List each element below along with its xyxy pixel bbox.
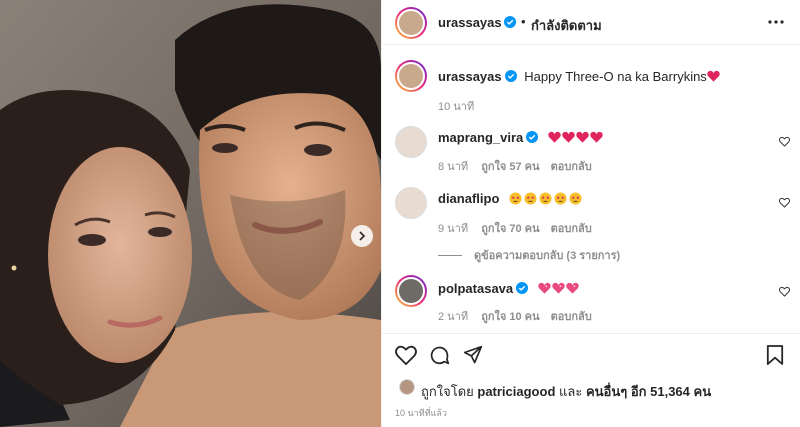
chevron-right-icon: [359, 231, 366, 241]
replies-divider: [438, 254, 462, 256]
like-comment-heart-icon[interactable]: [779, 136, 790, 147]
liked-by-line[interactable]: ถูกใจโดย patriciagood และ คนอื่นๆ อีก 51…: [421, 381, 711, 402]
post-image: [0, 0, 381, 427]
author-avatar[interactable]: [395, 7, 427, 39]
view-replies-label: ดูข้อความตอบกลับ (3 รายการ): [474, 250, 621, 262]
more-options-icon[interactable]: [768, 20, 784, 24]
post-sidebar: urassayas • กำลังติดตาม urassayas Happy …: [381, 0, 800, 427]
heart-icon[interactable]: [395, 345, 417, 365]
comment-emoji-hearts: [548, 130, 604, 145]
like-comment-heart-icon[interactable]: [779, 197, 790, 208]
comment-username[interactable]: maprang_vira: [438, 130, 523, 145]
liked-by-user[interactable]: patriciagood: [477, 384, 555, 399]
reply-button[interactable]: ตอบกลับ: [551, 161, 592, 173]
star-struck-emoji-icon: [554, 192, 567, 205]
comment-meta: 8 นาที ถูกใจ 57 คน ตอบกลับ: [438, 157, 592, 175]
red-heart-emoji-icon: [590, 131, 603, 143]
liked-by-others[interactable]: คนอื่นๆ อีก 51,364 คน: [586, 384, 711, 399]
next-photo-button[interactable]: [351, 225, 373, 247]
reply-button[interactable]: ตอบกลับ: [551, 223, 592, 235]
caption-text: Happy Three-O na ka Barrykins: [524, 69, 707, 84]
liked-by-prefix: ถูกใจโดย: [421, 384, 474, 399]
post-header: urassayas • กำลังติดตาม: [382, 0, 800, 45]
comment-username[interactable]: polpatasava: [438, 281, 513, 296]
following-button[interactable]: กำลังติดตาม: [531, 15, 602, 36]
view-replies-button[interactable]: ดูข้อความตอบกลับ (3 รายการ): [438, 246, 620, 264]
comment: maprang_vira: [438, 130, 604, 145]
star-struck-emoji-icon: [539, 192, 552, 205]
reply-button[interactable]: ตอบกลับ: [551, 311, 592, 323]
comment-time: 9 นาที: [438, 223, 469, 235]
comment-time: 2 นาที: [438, 311, 469, 323]
verified-badge-icon: [504, 16, 516, 28]
comment-avatar[interactable]: [395, 187, 427, 219]
liked-by-and: และ: [559, 384, 583, 399]
comment-meta: 9 นาที ถูกใจ 70 คน ตอบกลับ: [438, 219, 592, 237]
verified-badge-icon: [516, 282, 529, 294]
liked-by-avatar: [399, 379, 415, 395]
comment-likes[interactable]: ถูกใจ 10 คน: [481, 311, 539, 323]
star-struck-emoji-icon: [509, 192, 522, 205]
star-struck-emoji-icon: [524, 192, 537, 205]
sparkling-heart-emoji-icon: [566, 282, 579, 294]
caption-time: 10 นาที: [438, 101, 475, 113]
post-photo[interactable]: [0, 0, 381, 427]
post-timestamp: 10 นาทีที่แล้ว: [395, 408, 447, 418]
comment-icon[interactable]: [429, 345, 450, 366]
comment-likes[interactable]: ถูกใจ 70 คน: [481, 223, 539, 235]
sparkling-heart-emoji-icon: [538, 282, 551, 294]
comment-username[interactable]: dianaflipo: [438, 191, 499, 206]
caption-username[interactable]: urassayas: [438, 69, 502, 84]
red-heart-emoji-icon: [562, 131, 575, 143]
author-username[interactable]: urassayas: [438, 15, 502, 30]
instagram-post: urassayas • กำลังติดตาม urassayas Happy …: [0, 0, 800, 427]
sparkling-heart-emoji-icon: [552, 282, 565, 294]
like-comment-heart-icon[interactable]: [779, 286, 790, 297]
verified-badge-icon: [526, 131, 539, 143]
comment-emoji-star-struck: [509, 191, 584, 206]
comment-meta: 2 นาที ถูกใจ 10 คน ตอบกลับ: [438, 307, 592, 325]
red-heart-emoji-icon: [576, 131, 589, 143]
comment-avatar[interactable]: [395, 126, 427, 158]
header-separator: •: [521, 14, 526, 29]
bookmark-icon[interactable]: [766, 345, 784, 365]
comment-time: 8 นาที: [438, 161, 469, 173]
verified-badge-icon: [504, 70, 517, 82]
share-icon[interactable]: [463, 345, 483, 365]
star-struck-emoji-icon: [569, 192, 582, 205]
caption: urassayas Happy Three-O na ka Barrykins: [438, 69, 721, 84]
comment-likes[interactable]: ถูกใจ 57 คน: [481, 161, 539, 173]
red-heart-emoji-icon: [707, 70, 720, 82]
caption-avatar[interactable]: [395, 60, 427, 92]
comment-emoji-sparkling-hearts: [538, 281, 580, 296]
red-heart-emoji-icon: [548, 131, 561, 143]
comment: dianaflipo: [438, 191, 584, 206]
comment-avatar[interactable]: [395, 275, 427, 307]
comment: polpatasava: [438, 281, 580, 296]
post-actions: ถูกใจโดย patriciagood และ คนอื่นๆ อีก 51…: [382, 333, 800, 427]
